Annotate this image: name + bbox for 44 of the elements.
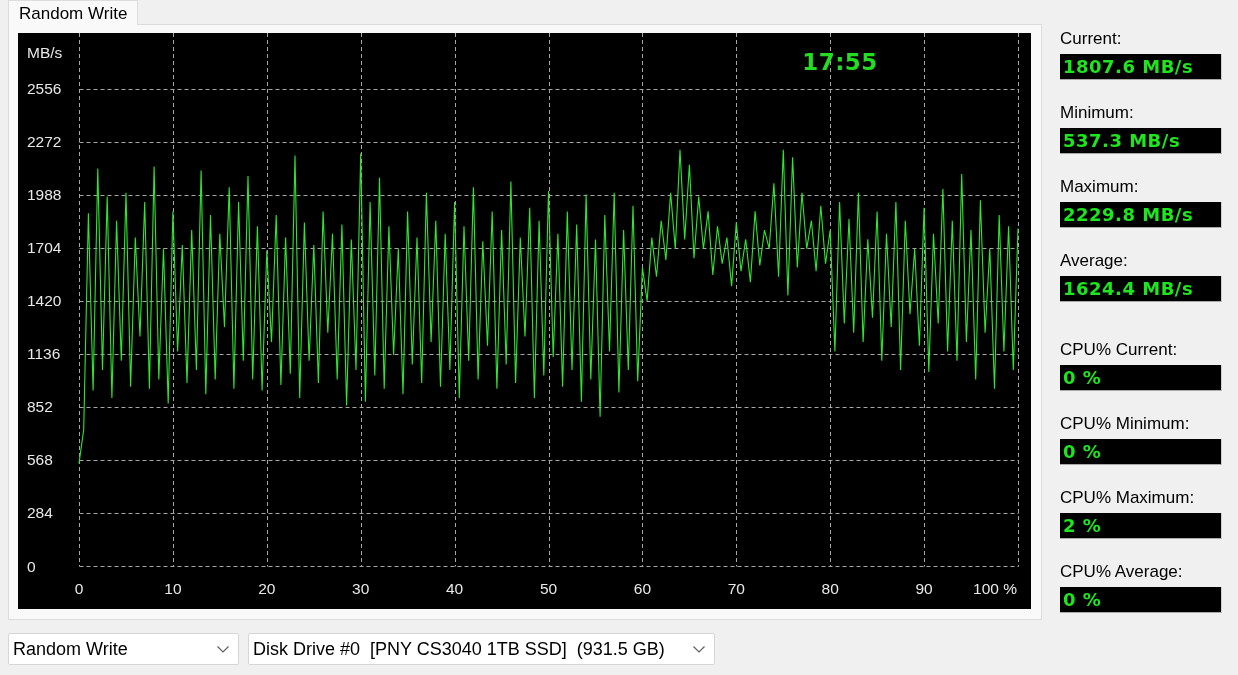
y-tick-label: 1136	[27, 345, 61, 363]
drive-dropdown[interactable]: Disk Drive #0 [PNY CS3040 1TB SSD] (931.5 GB)	[248, 633, 715, 665]
x-tick-label: 100 %	[973, 579, 1017, 597]
y-tick-label: 2272	[27, 133, 62, 151]
stat-value: 0 %	[1060, 439, 1222, 465]
x-tick-label: 10	[164, 579, 182, 597]
x-tick-label: 40	[446, 579, 464, 597]
y-tick-label: 1420	[27, 292, 62, 310]
stat-label: Minimum:	[1060, 102, 1134, 124]
chevron-icon	[217, 645, 229, 653]
stat-label: Average:	[1060, 250, 1128, 272]
y-tick-label: 2556	[27, 80, 62, 98]
stat-label: Maximum:	[1060, 176, 1139, 198]
stat-value: 537.3 MB/s	[1060, 128, 1222, 154]
x-tick-label: 60	[633, 579, 652, 597]
timer-label: 17:55	[802, 49, 878, 75]
chevron-icon	[693, 645, 705, 653]
x-tick-label: 50	[539, 579, 558, 597]
stat-value: 1624.4 MB/s	[1060, 276, 1222, 302]
stat-value: 0 %	[1060, 587, 1222, 613]
stat-label: Current:	[1060, 28, 1122, 50]
stat-label: CPU% Minimum:	[1060, 413, 1190, 435]
stat-label: CPU% Current:	[1060, 339, 1178, 361]
y-tick-label: 852	[27, 398, 53, 416]
tab[interactable]: Random Write	[8, 0, 139, 25]
x-tick-label: 90	[915, 579, 933, 597]
x-tick-label: 20	[258, 579, 276, 597]
stat-value: 1807.6 MB/s	[1060, 54, 1222, 80]
stat-value: 2229.8 MB/s	[1060, 202, 1222, 228]
y-tick-label: 1704	[27, 239, 62, 257]
x-tick-label: 80	[821, 579, 839, 597]
y-tick-label: 0	[27, 557, 36, 575]
x-tick-label: 0	[74, 579, 84, 597]
y-tick-label: 284	[27, 504, 53, 522]
stat-value: 0 %	[1060, 365, 1222, 391]
test-type-dropdown[interactable]: Random Write	[8, 633, 239, 665]
stat-value: 2 %	[1060, 513, 1222, 539]
x-tick-label: 30	[352, 579, 370, 597]
y-axis-label: MB/s	[27, 43, 63, 61]
x-tick-label: 70	[727, 579, 745, 597]
y-tick-label: 568	[27, 451, 53, 469]
y-tick-label: 1988	[27, 186, 62, 204]
stat-label: CPU% Average:	[1060, 561, 1183, 583]
stat-label: CPU% Maximum:	[1060, 487, 1195, 509]
